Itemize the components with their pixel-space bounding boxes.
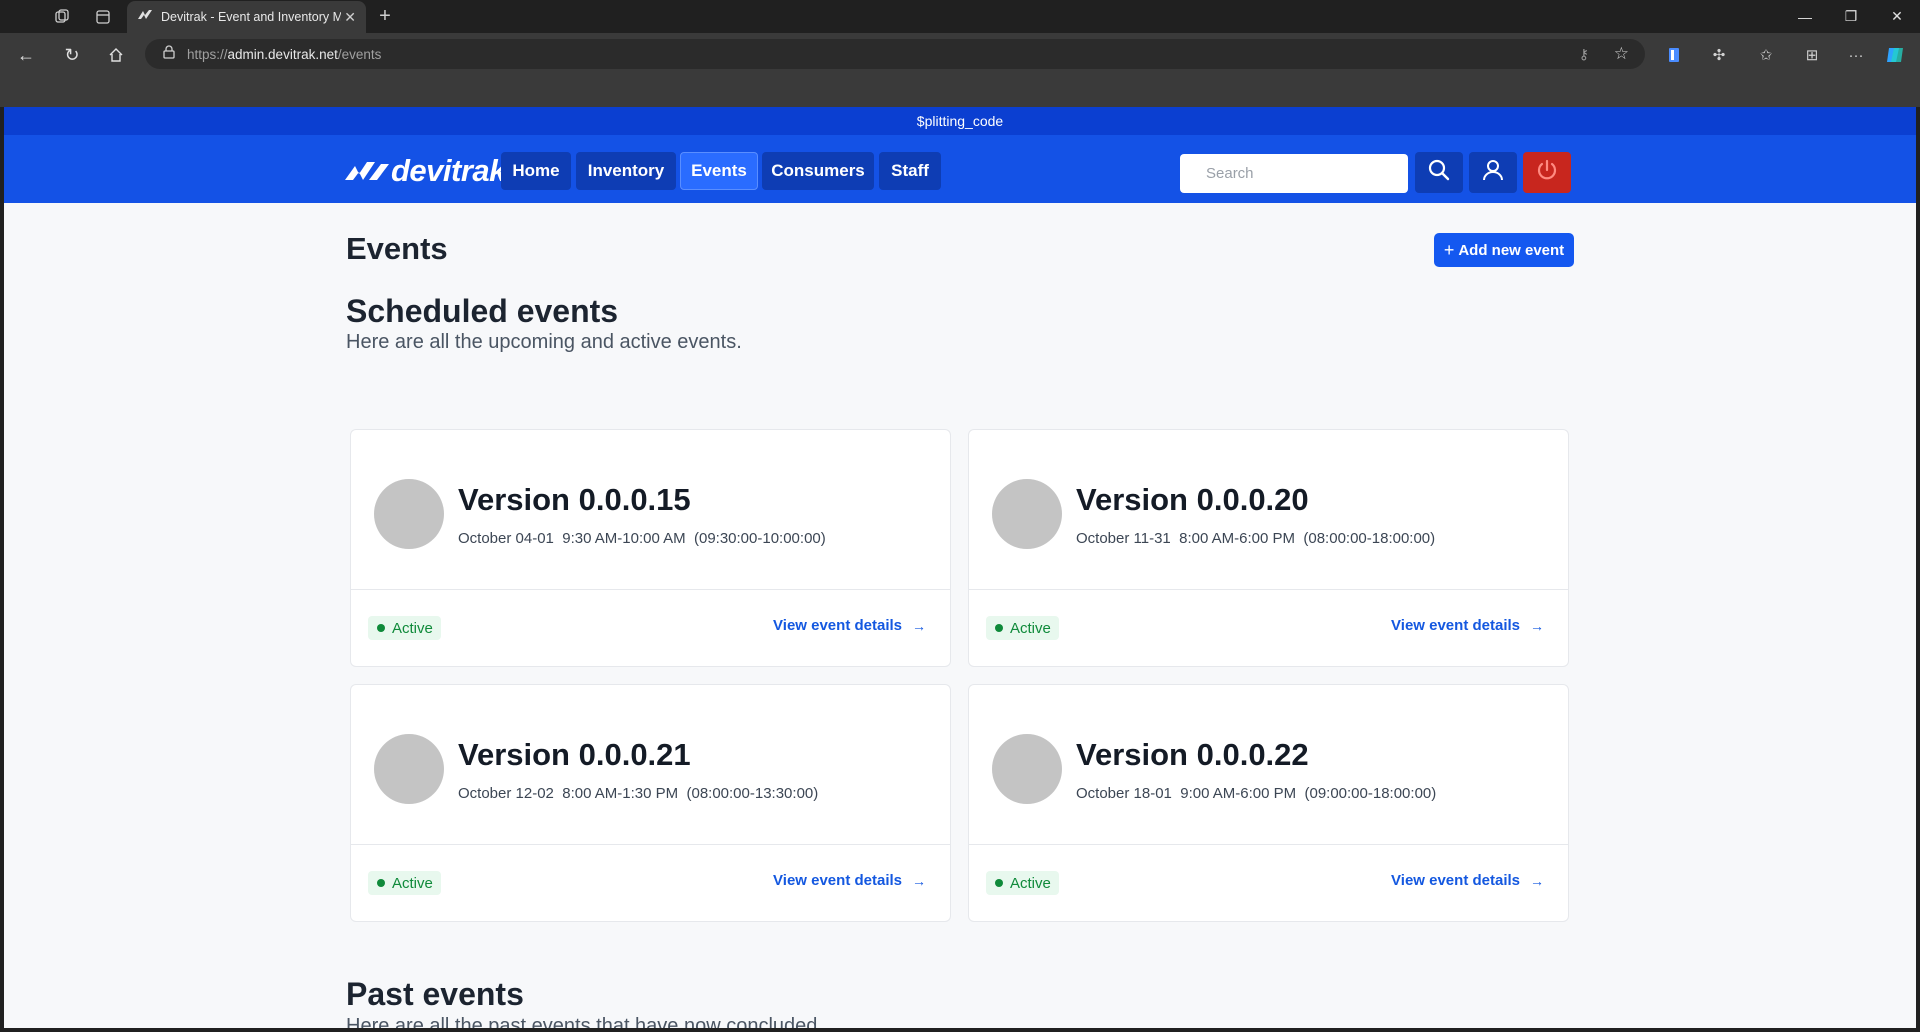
nav-consumers[interactable]: Consumers <box>762 152 874 190</box>
event-schedule: October 12-02 8:00 AM-1:30 PM (08:00:00-… <box>458 785 819 802</box>
event-avatar <box>992 734 1062 804</box>
browser-tabbar: Devitrak - Event and Inventory Managemen… <box>0 0 1920 33</box>
status-badge: Active <box>368 871 441 895</box>
event-avatar <box>992 479 1062 549</box>
page-viewport: $plitting_code devitrak Home Inventory E… <box>4 107 1916 1028</box>
status-dot-icon <box>995 624 1003 632</box>
status-badge: Active <box>986 871 1059 895</box>
restore-icon[interactable]: ❐ <box>1828 0 1874 33</box>
status-dot-icon <box>995 879 1003 887</box>
arrow-right-icon: → <box>912 617 926 634</box>
minimize-icon[interactable]: — <box>1782 0 1828 33</box>
close-window-icon[interactable]: ✕ <box>1874 0 1920 33</box>
more-menu-icon[interactable]: ··· <box>1844 43 1868 67</box>
copilot-icon[interactable] <box>1884 43 1908 67</box>
extension-icon[interactable] <box>1662 43 1686 67</box>
devitrak-logo[interactable]: devitrak <box>345 153 506 189</box>
view-event-details-link[interactable]: View event details → <box>1391 872 1544 889</box>
view-event-details-link[interactable]: View event details → <box>1391 617 1544 634</box>
event-schedule: October 11-31 8:00 AM-6:00 PM (08:00:00-… <box>1076 530 1436 547</box>
add-new-event-label: Add new event <box>1458 241 1565 259</box>
lock-icon[interactable] <box>163 44 175 64</box>
nav-home[interactable]: Home <box>501 152 571 190</box>
add-new-event-button[interactable]: + Add new event <box>1434 233 1574 267</box>
event-card: Version 0.0.0.15 October 04-01 9:30 AM-1… <box>350 429 951 667</box>
tab-title: Devitrak - Event and Inventory Managemen… <box>161 10 341 24</box>
top-navigation: devitrak Home Inventory Events Consumers… <box>4 135 1916 203</box>
scheduled-events-subtitle: Here are all the upcoming and active eve… <box>346 331 742 353</box>
status-badge: Active <box>986 616 1059 640</box>
tab-actions-icon[interactable] <box>93 7 113 27</box>
url-text: https://admin.devitrak.net/events <box>187 46 382 62</box>
event-avatar <box>374 734 444 804</box>
key-icon[interactable]: ⚷ <box>1579 46 1589 63</box>
profile-button[interactable] <box>1469 152 1517 193</box>
event-card: Version 0.0.0.22 October 18-01 9:00 AM-6… <box>968 684 1569 922</box>
event-card-header: Version 0.0.0.15 October 04-01 9:30 AM-1… <box>351 430 950 590</box>
search-input[interactable] <box>1180 154 1408 193</box>
logout-button[interactable] <box>1523 152 1571 193</box>
event-schedule: October 04-01 9:30 AM-10:00 AM (09:30:00… <box>458 530 826 547</box>
favicon-icon <box>137 8 153 26</box>
favorites-icon[interactable]: ✩ <box>1754 43 1778 67</box>
event-name: Version 0.0.0.22 <box>1076 737 1309 772</box>
event-card: Version 0.0.0.20 October 11-31 8:00 AM-6… <box>968 429 1569 667</box>
event-card-header: Version 0.0.0.20 October 11-31 8:00 AM-6… <box>969 430 1568 590</box>
status-badge: Active <box>368 616 441 640</box>
power-icon <box>1535 158 1559 187</box>
status-dot-icon <box>377 879 385 887</box>
view-event-details-link[interactable]: View event details → <box>773 617 926 634</box>
event-name: Version 0.0.0.21 <box>458 737 691 772</box>
arrow-right-icon: → <box>1530 617 1544 634</box>
event-avatar <box>374 479 444 549</box>
address-bar[interactable]: https://admin.devitrak.net/events ⚷ ☆ <box>145 39 1645 69</box>
logo-text: devitrak <box>391 153 506 188</box>
scheduled-events-title: Scheduled events <box>346 293 619 329</box>
extensions-puzzle-icon[interactable]: ✣ <box>1707 43 1731 67</box>
arrow-right-icon: → <box>912 872 926 889</box>
arrow-right-icon: → <box>1530 872 1544 889</box>
event-name: Version 0.0.0.15 <box>458 482 691 517</box>
new-tab-icon[interactable]: + <box>375 5 395 27</box>
env-banner: $plitting_code <box>4 107 1916 135</box>
nav-staff[interactable]: Staff <box>879 152 941 190</box>
nav-events[interactable]: Events <box>680 152 758 190</box>
event-card-header: Version 0.0.0.21 October 12-02 8:00 AM-1… <box>351 685 950 845</box>
close-tab-icon[interactable]: ✕ <box>344 9 356 26</box>
home-icon[interactable] <box>104 43 128 67</box>
search-icon <box>1428 159 1450 186</box>
back-icon[interactable]: ← <box>14 43 38 67</box>
plus-icon: + <box>1443 239 1455 260</box>
user-icon <box>1482 159 1504 186</box>
status-dot-icon <box>377 624 385 632</box>
past-events-title: Past events <box>346 976 524 1012</box>
address-toolbar: ← ↻ https://admin.devitrak.net/events ⚷ … <box>0 33 1920 75</box>
event-card: Version 0.0.0.21 October 12-02 8:00 AM-1… <box>350 684 951 922</box>
collections-icon[interactable]: ⊞ <box>1800 43 1824 67</box>
page-title: Events <box>346 231 448 266</box>
event-schedule: October 18-01 9:00 AM-6:00 PM (09:00:00-… <box>1076 785 1437 802</box>
chrome-gap <box>0 75 1920 107</box>
view-event-details-link[interactable]: View event details → <box>773 872 926 889</box>
nav-inventory[interactable]: Inventory <box>576 152 676 190</box>
refresh-icon[interactable]: ↻ <box>60 43 84 67</box>
workspaces-icon[interactable] <box>52 7 72 27</box>
past-events-subtitle: Here are all the past events that have n… <box>346 1015 823 1028</box>
search-button[interactable] <box>1415 152 1463 193</box>
event-name: Version 0.0.0.20 <box>1076 482 1309 517</box>
event-card-header: Version 0.0.0.22 October 18-01 9:00 AM-6… <box>969 685 1568 845</box>
browser-tab[interactable]: Devitrak - Event and Inventory Managemen… <box>127 1 366 33</box>
logo-mark-icon <box>345 158 389 184</box>
favorite-star-icon[interactable]: ☆ <box>1614 44 1629 64</box>
